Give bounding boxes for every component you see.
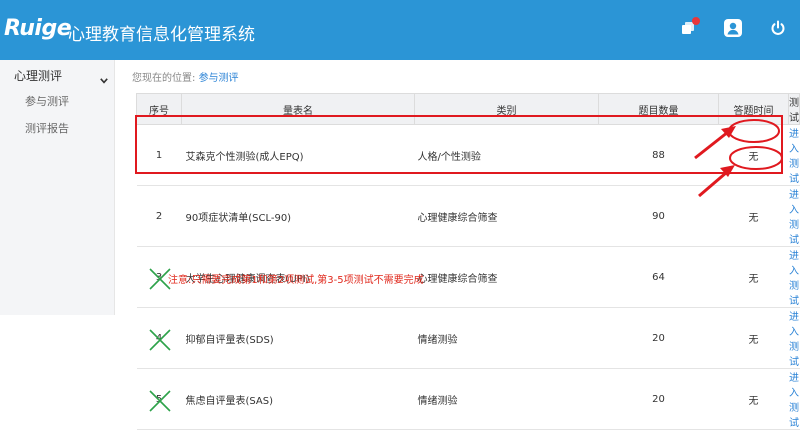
- cross-mark-icon: [149, 328, 171, 351]
- highlight-ellipse: [729, 146, 783, 170]
- table-row: 5 焦虑自评量表(SAS) 情绪测验 20 无 进入测试: [136, 368, 800, 430]
- row-category: 情绪测验: [414, 307, 599, 369]
- highlight-ellipse: [728, 119, 780, 143]
- enter-test-link[interactable]: 进入测试: [789, 312, 799, 368]
- arrow-line: [694, 130, 729, 160]
- row-time: 无: [718, 368, 789, 430]
- highlight-box: [135, 115, 783, 174]
- enter-test-link[interactable]: 进入测试: [789, 373, 799, 429]
- row-count: 20: [598, 368, 719, 430]
- arrow-line: [698, 170, 728, 198]
- table-row: 4 抑郁自评量表(SDS) 情绪测验 20 无 进入测试: [136, 307, 800, 369]
- row-count: 20: [598, 307, 719, 369]
- cross-mark-icon: [149, 389, 171, 412]
- row-name: 焦虑自评量表(SAS): [181, 368, 415, 430]
- row-category: 情绪测验: [414, 368, 599, 430]
- row-name: 抑郁自评量表(SDS): [181, 307, 415, 369]
- annotation-overlay: [135, 115, 783, 198]
- row-time: 无: [718, 307, 789, 369]
